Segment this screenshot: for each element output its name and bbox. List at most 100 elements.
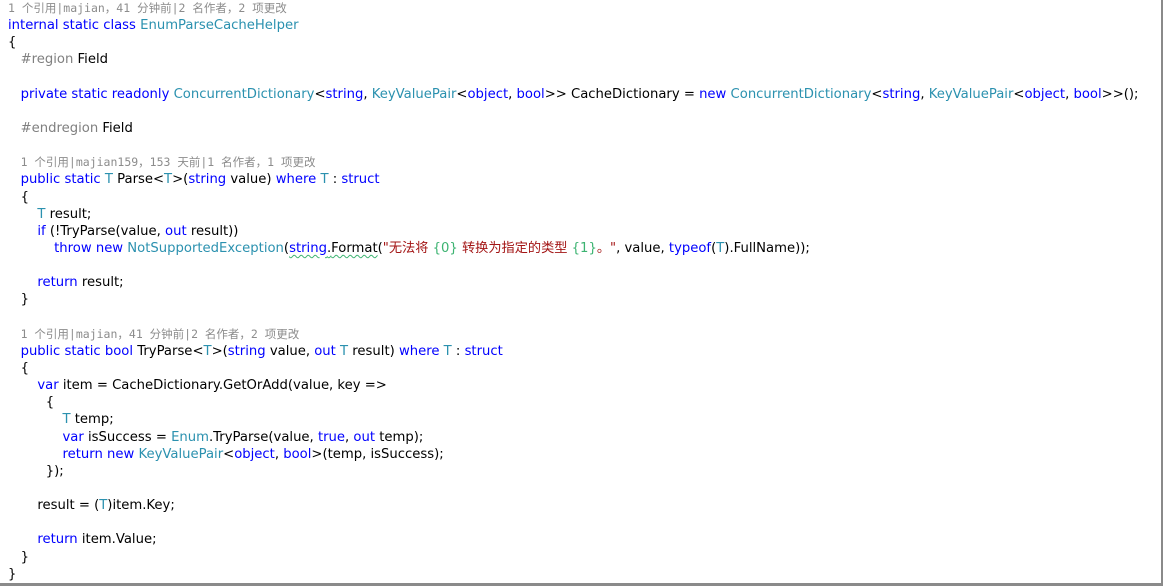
keyword: string [188,172,227,188]
string-literal: "无法将 [382,240,433,256]
punctuation: ).FullName)); [724,240,810,256]
type-name: KeyValuePair [371,86,457,102]
type-name: T [340,343,349,359]
keyword: return [37,275,78,291]
keyword: public static [20,343,101,359]
keyword: private static readonly [20,86,170,102]
code-line: public static T Parse<T>(string value) w… [20,172,380,188]
keyword: var [37,378,59,394]
brace: } [45,463,55,479]
code-line: throw new NotSupportedException(string.F… [54,240,810,256]
type-name: T [62,412,71,428]
codelens-class[interactable]: 1 个引用|majian，41 分钟前|2 名作者，2 项更改 [8,1,287,15]
squiggle-suggestion[interactable]: string.Format [289,241,378,256]
keyword: throw new [54,240,124,256]
code-line: 1 个引用|majian，41 分钟前|2 名作者，2 项更改 [8,0,1138,17]
keyword: out [353,429,376,445]
codelens-parse[interactable]: 1 个引用|majian159，153 天前|1 名作者，1 项更改 [21,155,316,169]
type-name: ConcurrentDictionary [173,86,315,102]
brace: { [45,395,55,411]
punctuation: >>(); [1101,86,1139,102]
code-line: public static bool TryParse<T>(string va… [20,343,503,359]
code-line: 1 个引用|majian159，153 天前|1 名作者，1 项更改 [8,154,1138,171]
brace: { [20,360,29,376]
format-placeholder: {1} [571,240,597,256]
keyword: var [62,429,84,445]
keyword: object [234,446,275,462]
code-line: private static readonly ConcurrentDictio… [20,86,1139,102]
identifier: CacheDictionary [570,86,680,102]
brace: { [20,189,29,205]
keyword: new [699,86,727,102]
region-directive: #region [20,52,74,68]
type-name: T [443,343,452,359]
type-name: KeyValuePair [138,446,224,462]
keyword: string [289,240,327,256]
code-line: return item.Value; [37,532,157,548]
code-editor-window: 1 个引用|majian，41 分钟前|2 名作者，2 项更改 internal… [0,0,1163,586]
code-line: { [8,360,1138,377]
keyword: out [165,223,187,239]
code-line: if (!TryParse(value, out result)) [37,223,239,239]
code-line: internal static class EnumParseCacheHelp… [8,17,1138,34]
keyword: object [467,86,509,102]
code-line: }); [45,463,64,479]
keyword: return new [62,446,135,462]
keyword: where [275,172,317,188]
code-line: T result; [37,206,92,222]
type-name: Enum [171,429,209,445]
class-name: EnumParseCacheHelper [140,18,299,34]
type-name: T [104,172,113,188]
region-name: Field [102,120,133,136]
code-line: var isSuccess = Enum.TryParse(value, tru… [62,429,424,445]
keyword: out [314,343,336,359]
string-literal: 。" [596,240,617,256]
brace: } [20,549,29,565]
keyword: if [37,223,46,239]
keyword: typeof [668,240,712,256]
code-line: } [8,566,1138,583]
type-name: T [99,498,108,514]
type-name: T [164,172,173,188]
code-editor[interactable]: 1 个引用|majian，41 分钟前|2 名作者，2 项更改 internal… [8,0,1138,583]
keyword: string [227,343,266,359]
code-line: } [8,291,1138,308]
type-name: T [37,206,46,222]
keyword: struct [341,172,380,188]
keyword: public static [20,172,101,188]
keyword: bool [1073,86,1102,102]
keyword: bool [283,446,312,462]
code-line: #region Field [8,51,1138,68]
keyword: bool [516,86,545,102]
method-name: Parse [117,172,153,188]
method-name: Format [331,240,378,256]
keyword: where [398,343,440,359]
method-name: TryParse [60,223,116,239]
code-line: #endregion Field [8,120,1138,137]
type-name: T [203,343,212,359]
brace: { [8,35,17,51]
code-line: T temp; [62,412,114,428]
identifier: CacheDictionary [112,378,219,394]
region-directive: #endregion [20,120,99,136]
code-line: return result; [37,275,124,291]
brace: } [20,292,29,308]
code-line: 1 个引用|majian，41 分钟前|2 名作者，2 项更改 [8,326,1138,343]
method-name: TryParse [213,429,269,445]
type-name: ConcurrentDictionary [730,86,872,102]
code-line: { [8,394,1138,411]
code-line: } [8,549,1138,566]
code-line: result = (T)item.Key; [8,498,175,514]
region-name: Field [77,52,108,68]
type-name: T [320,172,329,188]
codelens-tryparse[interactable]: 1 个引用|majian，41 分钟前|2 名作者，2 项更改 [21,327,300,341]
keyword: string [882,86,921,102]
code-line: return new KeyValuePair<object, bool>(te… [62,446,444,462]
